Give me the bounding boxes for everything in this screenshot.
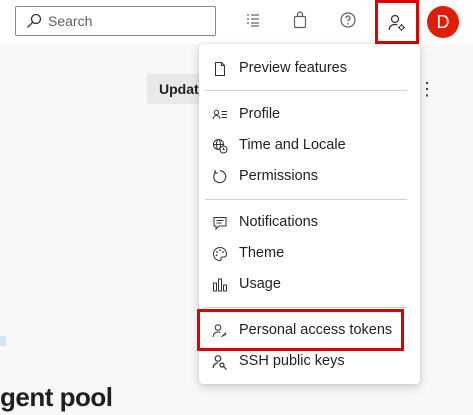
refresh-circle-icon bbox=[212, 169, 228, 185]
menu-divider bbox=[205, 199, 407, 200]
menu-item-permissions[interactable]: Permissions bbox=[199, 161, 420, 192]
menu-item-label: Theme bbox=[239, 245, 285, 261]
search-box[interactable] bbox=[15, 6, 216, 36]
user-settings-button[interactable] bbox=[375, 0, 419, 44]
menu-item-time-and-locale[interactable]: Time and Locale bbox=[199, 130, 420, 161]
shopping-bag-icon[interactable] bbox=[290, 10, 310, 30]
menu-item-label: Notifications bbox=[239, 214, 318, 230]
bar-chart-icon bbox=[212, 277, 228, 293]
decorative-sliver bbox=[0, 336, 6, 346]
menu-divider bbox=[205, 90, 407, 91]
profile-card-icon bbox=[212, 107, 228, 123]
menu-item-preview-features[interactable]: Preview features bbox=[199, 53, 420, 84]
menu-item-label: Time and Locale bbox=[239, 137, 346, 153]
menu-item-theme[interactable]: Theme bbox=[199, 238, 420, 269]
globe-clock-icon bbox=[212, 138, 228, 154]
user-settings-icon bbox=[388, 14, 405, 31]
menu-item-label: Profile bbox=[239, 106, 281, 122]
document-icon bbox=[212, 61, 228, 77]
help-icon[interactable] bbox=[338, 10, 358, 30]
search-input[interactable] bbox=[48, 10, 208, 32]
menu-item-usage[interactable]: Usage bbox=[199, 269, 420, 300]
menu-item-notifications[interactable]: Notifications bbox=[199, 207, 420, 238]
list-icon[interactable] bbox=[243, 10, 263, 30]
menu-item-profile[interactable]: Profile bbox=[199, 99, 420, 130]
menu-item-label: SSH public keys bbox=[239, 353, 345, 369]
menu-item-label: Preview features bbox=[239, 60, 347, 76]
chat-icon bbox=[212, 215, 228, 231]
menu-divider bbox=[205, 307, 407, 308]
search-icon bbox=[26, 13, 42, 29]
avatar[interactable]: D bbox=[427, 6, 459, 38]
menu-item-label: Usage bbox=[239, 276, 281, 292]
menu-item-label: Permissions bbox=[239, 168, 318, 184]
page-title: gent pool bbox=[0, 382, 113, 412]
person-key-2-icon bbox=[212, 354, 228, 370]
palette-icon bbox=[212, 246, 228, 262]
highlight-box bbox=[197, 309, 404, 351]
